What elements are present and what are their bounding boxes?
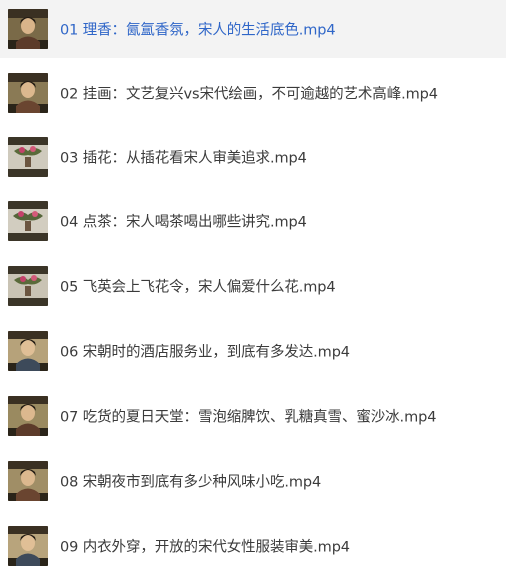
file-row-08[interactable]: 08 宋朝夜市到底有多少种风味小吃.mp4 [0, 452, 506, 510]
file-name: 07 吃货的夏日天堂：雪泡缩脾饮、乳糖真雪、蜜沙冰.mp4 [60, 409, 437, 426]
video-thumbnail [8, 137, 48, 177]
file-name: 02 挂画：文艺复兴vs宋代绘画，不可逾越的艺术高峰.mp4 [60, 86, 438, 103]
file-name: 08 宋朝夜市到底有多少种风味小吃.mp4 [60, 474, 322, 491]
file-row-09[interactable]: 09 内衣外穿，开放的宋代女性服装审美.mp4 [0, 517, 506, 575]
video-thumbnail [8, 396, 48, 436]
video-thumbnail [8, 201, 48, 241]
video-thumbnail [8, 9, 48, 49]
file-name: 06 宋朝时的酒店服务业，到底有多发达.mp4 [60, 344, 350, 361]
video-thumbnail [8, 73, 48, 113]
file-row-03[interactable]: 03 插花：从插花看宋人审美追求.mp4 [0, 128, 506, 186]
file-name: 03 插花：从插花看宋人审美追求.mp4 [60, 150, 307, 167]
file-name: 09 内衣外穿，开放的宋代女性服装审美.mp4 [60, 539, 350, 556]
video-thumbnail [8, 331, 48, 371]
video-thumbnail [8, 526, 48, 566]
file-name: 04 点茶：宋人喝茶喝出哪些讲究.mp4 [60, 214, 307, 231]
file-row-06[interactable]: 06 宋朝时的酒店服务业，到底有多发达.mp4 [0, 322, 506, 380]
video-file-list: 01 理香：氤氲香氛，宋人的生活底色.mp4 02 挂画：文艺复兴vs宋代绘画，… [0, 0, 506, 566]
file-row-02[interactable]: 02 挂画：文艺复兴vs宋代绘画，不可逾越的艺术高峰.mp4 [0, 64, 506, 122]
file-name: 01 理香：氤氲香氛，宋人的生活底色.mp4 [60, 22, 336, 39]
file-row-05[interactable]: 05 飞英会上飞花令，宋人偏爱什么花.mp4 [0, 257, 506, 315]
file-name: 05 飞英会上飞花令，宋人偏爱什么花.mp4 [60, 279, 336, 296]
video-thumbnail [8, 461, 48, 501]
file-row-01[interactable]: 01 理香：氤氲香氛，宋人的生活底色.mp4 [0, 0, 506, 58]
file-row-04[interactable]: 04 点茶：宋人喝茶喝出哪些讲究.mp4 [0, 192, 506, 250]
file-row-07[interactable]: 07 吃货的夏日天堂：雪泡缩脾饮、乳糖真雪、蜜沙冰.mp4 [0, 387, 506, 445]
video-thumbnail [8, 266, 48, 306]
